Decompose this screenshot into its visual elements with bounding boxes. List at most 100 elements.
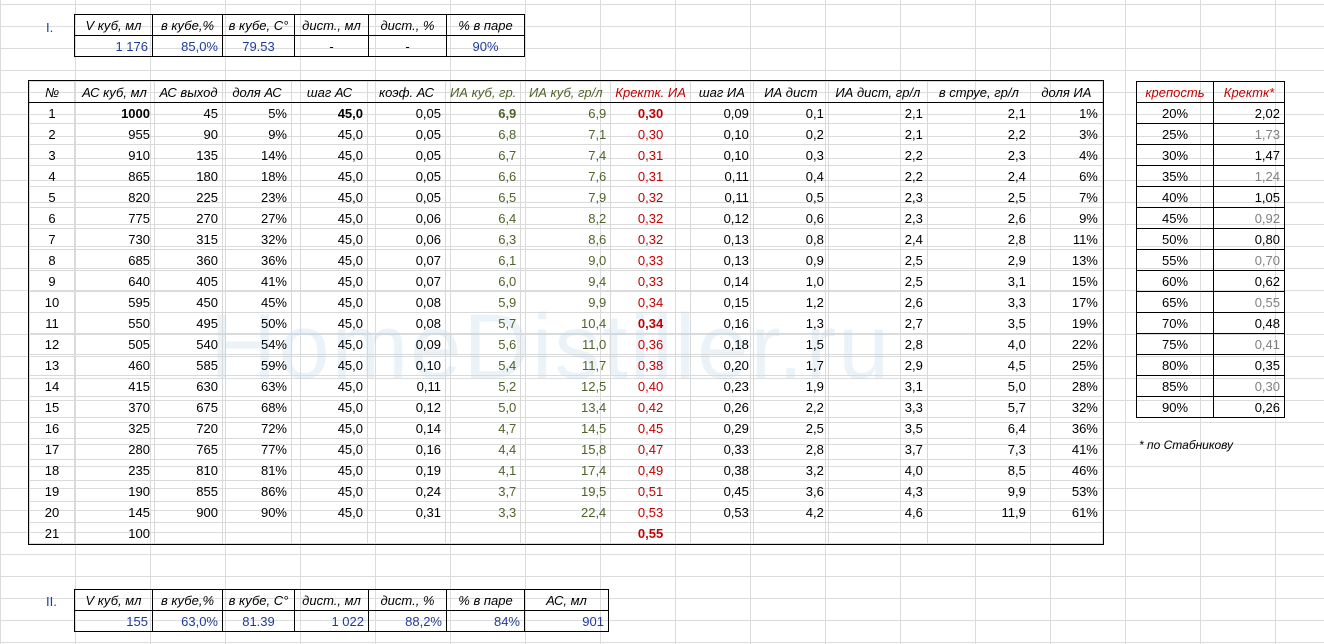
s1-value-temp[interactable]: 79.53 <box>222 35 295 57</box>
table-cell[interactable]: 0,11 <box>367 375 446 397</box>
main-header-num[interactable]: № <box>29 81 75 103</box>
table-cell[interactable]: 1,2 <box>752 291 829 313</box>
table-cell[interactable]: 270 <box>154 207 223 229</box>
table-cell[interactable]: 2,1 <box>827 123 928 145</box>
table-cell[interactable]: 5,9 <box>444 291 522 313</box>
table-cell[interactable]: 0,53 <box>689 501 754 523</box>
table-cell[interactable]: 0,32 <box>610 228 691 250</box>
main-header-ia-step[interactable]: шаг ИА <box>689 81 754 103</box>
table-cell[interactable] <box>154 522 223 544</box>
table-cell[interactable]: 45,0 <box>291 438 368 460</box>
table-cell[interactable]: 45,0 <box>291 312 368 334</box>
table-cell[interactable]: 9,0 <box>520 249 612 271</box>
table-cell[interactable]: 0,20 <box>689 354 754 376</box>
table-cell[interactable]: 505 <box>74 333 155 355</box>
s2-header-vkub[interactable]: V куб, мл <box>74 589 153 611</box>
table-cell[interactable]: 2,02 <box>1213 102 1285 124</box>
table-cell[interactable]: 1,73 <box>1213 123 1285 145</box>
table-cell[interactable]: 315 <box>154 228 223 250</box>
s1-header-dist-ml[interactable]: дист., мл <box>294 14 369 36</box>
table-cell[interactable]: 100 <box>74 522 155 544</box>
table-cell[interactable]: 3,5 <box>827 417 928 439</box>
table-cell[interactable]: 45,0 <box>291 354 368 376</box>
table-cell[interactable]: 730 <box>74 228 155 250</box>
table-cell[interactable]: 0,29 <box>689 417 754 439</box>
table-cell[interactable]: 0,26 <box>1213 396 1285 418</box>
s2-header-vapor[interactable]: % в паре <box>446 589 525 611</box>
table-cell[interactable]: 1,05 <box>1213 186 1285 208</box>
table-cell[interactable]: 72% <box>222 417 292 439</box>
table-cell[interactable]: 6,9 <box>444 102 522 124</box>
table-cell[interactable]: 12 <box>29 333 75 355</box>
table-cell[interactable]: 0,6 <box>752 207 829 229</box>
table-cell[interactable]: 640 <box>74 270 155 292</box>
table-cell[interactable] <box>689 522 754 544</box>
table-cell[interactable]: 9% <box>1029 207 1103 229</box>
table-cell[interactable]: 65% <box>1136 291 1214 313</box>
table-cell[interactable]: 35% <box>1136 165 1214 187</box>
table-cell[interactable]: 0,13 <box>689 228 754 250</box>
table-cell[interactable]: 6% <box>1029 165 1103 187</box>
s2-header-temp[interactable]: в кубе, С° <box>222 589 295 611</box>
table-cell[interactable]: 0,31 <box>610 144 691 166</box>
table-cell[interactable]: 3,7 <box>827 438 928 460</box>
table-cell[interactable]: 45,0 <box>291 228 368 250</box>
table-cell[interactable]: 11,7 <box>520 354 612 376</box>
table-cell[interactable]: 0,38 <box>610 354 691 376</box>
table-cell[interactable]: 370 <box>74 396 155 418</box>
table-cell[interactable]: 0,1 <box>752 102 829 124</box>
table-cell[interactable]: 0,3 <box>752 144 829 166</box>
table-cell[interactable]: 0,32 <box>610 207 691 229</box>
table-cell[interactable]: 0,06 <box>367 207 446 229</box>
table-cell[interactable]: 7,6 <box>520 165 612 187</box>
table-cell[interactable]: 1 <box>29 102 75 124</box>
main-header-as-step[interactable]: шаг АС <box>291 81 368 103</box>
s2-value-vkube-pct[interactable]: 63,0% <box>152 610 223 632</box>
table-cell[interactable]: 0,55 <box>1213 291 1285 313</box>
table-cell[interactable]: 1,47 <box>1213 144 1285 166</box>
table-cell[interactable]: 0,19 <box>367 459 446 481</box>
table-cell[interactable]: 0,9 <box>752 249 829 271</box>
s1-value-dist-pct[interactable]: - <box>368 35 447 57</box>
krepost-header-strength[interactable]: крепость <box>1136 81 1214 103</box>
table-cell[interactable]: 0,14 <box>689 270 754 292</box>
table-cell[interactable]: 45,0 <box>291 396 368 418</box>
table-cell[interactable]: 360 <box>154 249 223 271</box>
table-cell[interactable]: 17,4 <box>520 459 612 481</box>
table-cell[interactable]: 45,0 <box>291 333 368 355</box>
table-cell[interactable]: 80% <box>1136 354 1214 376</box>
table-cell[interactable]: 68% <box>222 396 292 418</box>
table-cell[interactable]: 0,34 <box>610 312 691 334</box>
table-cell[interactable]: 0,15 <box>689 291 754 313</box>
table-cell[interactable]: 2,5 <box>926 186 1031 208</box>
table-cell[interactable]: 0,33 <box>610 249 691 271</box>
table-cell[interactable] <box>827 522 928 544</box>
table-cell[interactable]: 63% <box>222 375 292 397</box>
table-cell[interactable]: 495 <box>154 312 223 334</box>
table-cell[interactable]: 0,05 <box>367 165 446 187</box>
s1-value-vkube-pct[interactable]: 85,0% <box>152 35 223 57</box>
table-cell[interactable]: 0,45 <box>610 417 691 439</box>
table-cell[interactable]: 0,12 <box>367 396 446 418</box>
table-cell[interactable]: 0,16 <box>367 438 446 460</box>
table-cell[interactable]: 45 <box>154 102 223 124</box>
table-cell[interactable]: 9% <box>222 123 292 145</box>
table-cell[interactable]: 2,5 <box>827 270 928 292</box>
table-cell[interactable]: 1,7 <box>752 354 829 376</box>
table-cell[interactable]: 15,8 <box>520 438 612 460</box>
table-cell[interactable]: 0,11 <box>689 165 754 187</box>
table-cell[interactable]: 9,9 <box>520 291 612 313</box>
main-header-ia-dist-gl[interactable]: ИА дист, гр/л <box>827 81 928 103</box>
table-cell[interactable]: 6,8 <box>444 123 522 145</box>
table-cell[interactable]: 0,23 <box>689 375 754 397</box>
table-cell[interactable]: 2,4 <box>827 228 928 250</box>
table-cell[interactable]: 180 <box>154 165 223 187</box>
s2-value-dist-pct[interactable]: 88,2% <box>368 610 447 632</box>
table-cell[interactable]: 225 <box>154 186 223 208</box>
table-cell[interactable]: 45,0 <box>291 291 368 313</box>
table-cell[interactable]: 0,07 <box>367 249 446 271</box>
main-header-ia-kub-gl[interactable]: ИА куб, гр/л <box>520 81 612 103</box>
main-header-as-kub[interactable]: АС куб, мл <box>74 81 155 103</box>
table-cell[interactable]: 10,4 <box>520 312 612 334</box>
table-cell[interactable]: 0,42 <box>610 396 691 418</box>
